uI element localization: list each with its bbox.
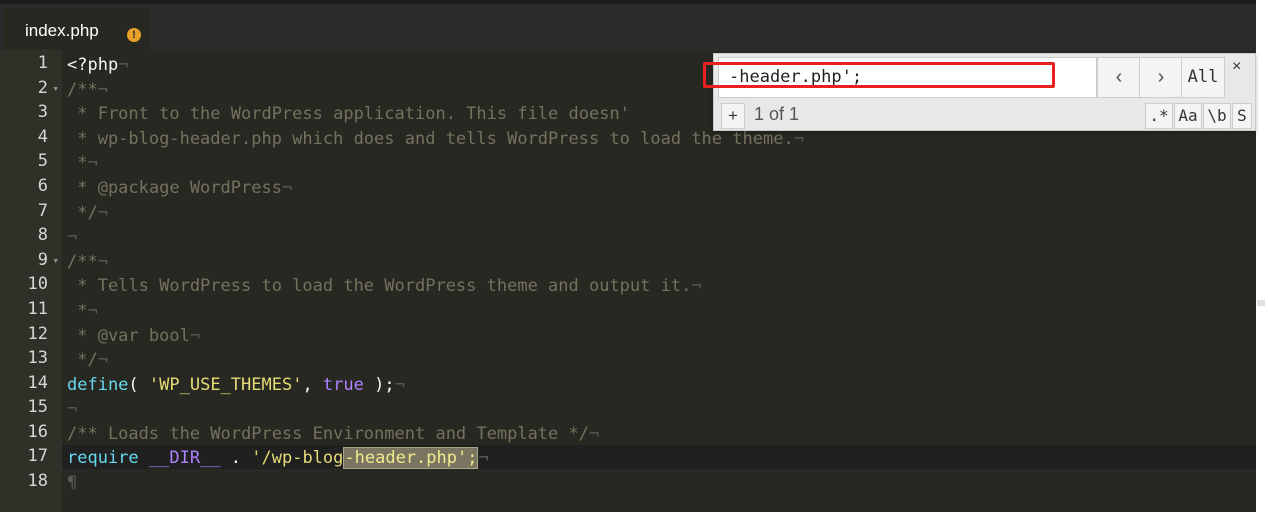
toggle-replace-button[interactable]: +	[721, 103, 745, 129]
close-icon[interactable]: ×	[1232, 58, 1241, 76]
fold-arrow-icon[interactable]: ▾	[52, 82, 59, 95]
match-counter: 1 of 1	[754, 104, 800, 124]
code-line-11: *¬	[67, 301, 98, 321]
code-line-6: * @package WordPress¬	[67, 178, 293, 198]
search-query-annotation	[703, 62, 1055, 88]
line-number: 1	[37, 53, 48, 73]
line-number: 6	[37, 176, 48, 196]
search-match-highlight: -header.php';	[343, 447, 479, 469]
code-line-3: * Front to the WordPress application. Th…	[67, 104, 630, 124]
code-line-7: */¬	[67, 203, 108, 223]
line-number: 16	[27, 422, 48, 442]
code-line-10: * Tells WordPress to load the WordPress …	[67, 276, 702, 296]
line-number: 10	[27, 274, 48, 294]
line-number: 14	[27, 373, 48, 393]
code-line-15: ¬	[67, 399, 78, 419]
line-number: 7	[37, 201, 48, 221]
line-number: 3	[37, 102, 48, 122]
line-number: 9	[37, 250, 48, 270]
tab-index-php[interactable]: index.php !	[4, 8, 150, 54]
whole-word-toggle[interactable]: \b	[1203, 103, 1231, 129]
code-line-9: /**¬	[67, 252, 108, 272]
line-number: 15	[27, 397, 48, 417]
find-previous-button[interactable]: ‹	[1097, 57, 1141, 98]
search-input[interactable]: -header.php';	[703, 57, 1097, 98]
chevron-left-icon: ‹	[1115, 66, 1123, 88]
regex-toggle[interactable]: .*	[1145, 103, 1173, 129]
line-number: 8	[37, 225, 48, 245]
chevron-right-icon: ›	[1157, 66, 1165, 88]
line-number: 5	[37, 151, 48, 171]
find-all-button[interactable]: All	[1181, 57, 1225, 98]
find-panel: -header.php'; ‹ › All × + 1 of 1 .* Aa \…	[703, 53, 1256, 131]
unsaved-changes-icon[interactable]: !	[127, 28, 141, 42]
tab-bar: index.php !	[0, 0, 1256, 54]
code-line-5: *¬	[67, 153, 98, 173]
scrollbar-track[interactable]	[1256, 0, 1268, 512]
code-line-1: <?php¬	[67, 55, 129, 75]
case-sensitive-toggle[interactable]: Aa	[1174, 103, 1202, 129]
line-number-gutter: 1 2 ▾ 3 4 5 6 7 8 9 ▾ 10 11 12 13 14 15 16 17 18	[0, 50, 62, 512]
line-number: 18	[27, 471, 48, 491]
code-line-2: /**¬	[67, 80, 108, 100]
line-number: 2	[37, 78, 48, 98]
code-line-4: * wp-blog-header.php which does and tell…	[67, 129, 804, 149]
code-line-18: ¶	[67, 473, 78, 493]
code-line-14: define( 'WP_USE_THEMES', true );¬	[67, 375, 405, 395]
scrollbar-match-marker	[1257, 300, 1265, 306]
fold-arrow-icon[interactable]: ▾	[52, 254, 59, 267]
find-next-button[interactable]: ›	[1139, 57, 1183, 98]
code-line-16: /** Loads the WordPress Environment and …	[67, 424, 600, 444]
code-line-8: ¬	[67, 227, 78, 247]
line-number: 4	[37, 127, 48, 147]
code-line-17: require __DIR__ . '/wp-blog-header.php';…	[67, 447, 489, 469]
code-line-12: * @var bool¬	[67, 326, 201, 346]
line-number: 11	[27, 299, 48, 319]
line-number: 12	[27, 324, 48, 344]
line-number: 17	[27, 446, 48, 466]
tab-label: index.php	[25, 21, 99, 40]
search-in-selection-toggle[interactable]: S	[1232, 103, 1252, 129]
line-number: 13	[27, 348, 48, 368]
code-line-13: */¬	[67, 350, 108, 370]
